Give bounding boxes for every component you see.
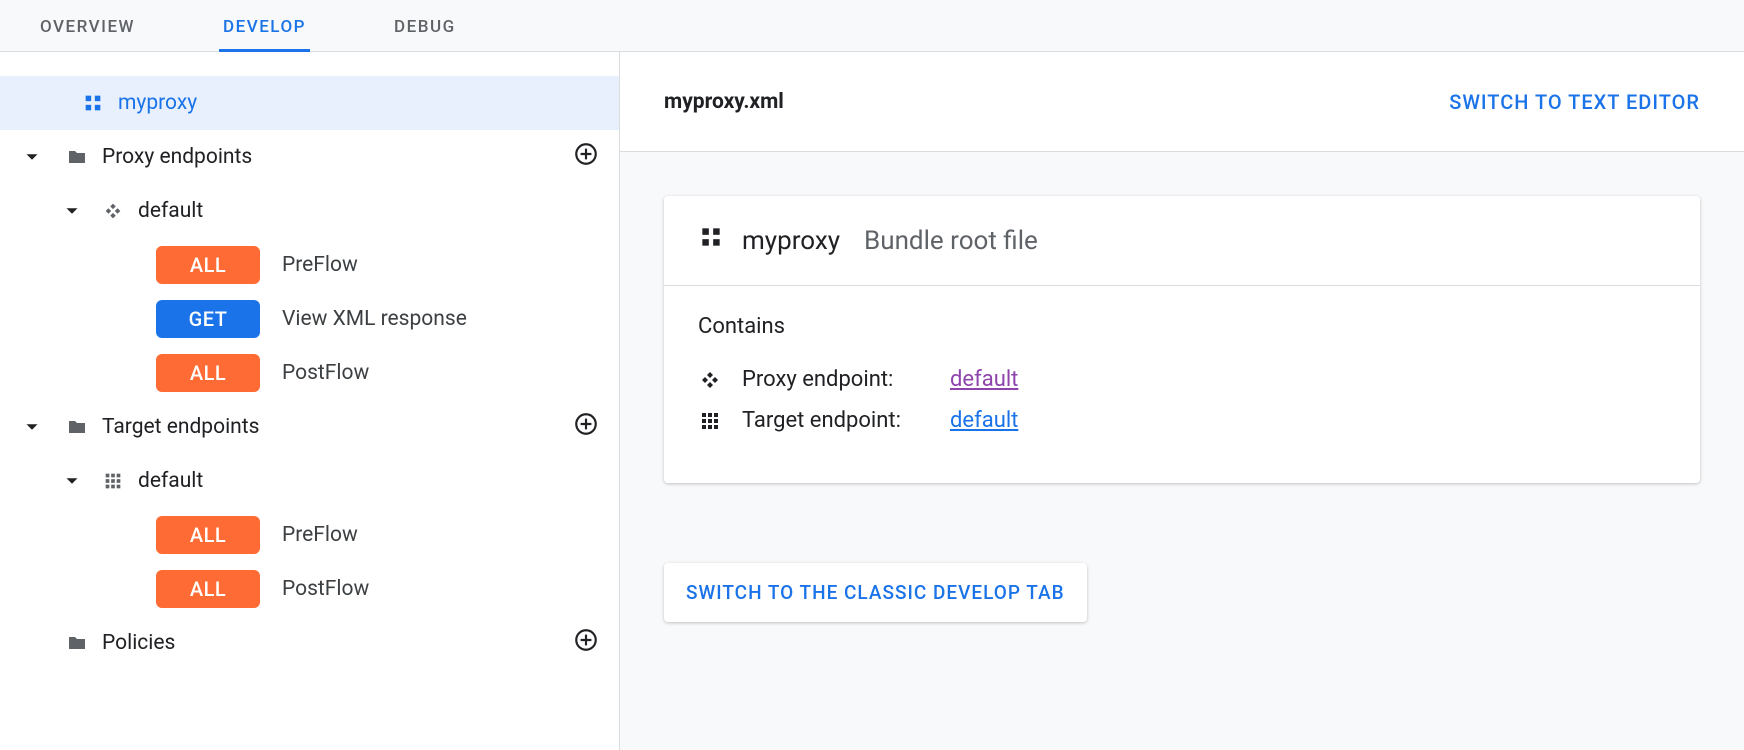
proxy-name-label: myproxy [118,91,599,115]
flow-view-xml-response[interactable]: GET View XML response [0,292,619,346]
method-badge: ALL [156,246,260,284]
sidebar-item-proxy-root[interactable]: myproxy [0,76,619,130]
sidebar-group-target-endpoints[interactable]: Target endpoints [0,400,619,454]
target-endpoint-name: default [138,469,599,493]
bundle-icon [698,224,724,257]
sidebar-group-policies[interactable]: Policies [0,616,619,670]
card-title: myproxy [742,226,840,256]
flow-label: View XML response [282,307,467,331]
folder-icon [62,145,92,169]
sidebar: myproxy Proxy endpoints default [0,52,620,750]
folder-icon [62,415,92,439]
tab-overview[interactable]: OVERVIEW [36,5,139,51]
sidebar-group-proxy-endpoints[interactable]: Proxy endpoints [0,130,619,184]
contains-key: Proxy endpoint: [742,367,932,392]
bundle-card: myproxy Bundle root file Contains Proxy … [664,196,1700,483]
flow-preflow[interactable]: ALL PreFlow [0,238,619,292]
add-policy-button[interactable] [573,627,599,659]
target-endpoint-link[interactable]: default [950,408,1018,433]
proxy-endpoint-icon [698,368,724,392]
chevron-down-icon [20,416,44,438]
sidebar-item-proxy-endpoint-default[interactable]: default [0,184,619,238]
flow-preflow[interactable]: ALL PreFlow [0,508,619,562]
proxy-endpoint-name: default [138,199,599,223]
proxy-endpoint-icon [98,200,128,222]
target-endpoint-icon [98,470,128,492]
content-pane: myproxy.xml SWITCH TO TEXT EDITOR myprox… [620,52,1744,750]
chevron-down-icon [60,200,84,222]
policies-label: Policies [102,631,573,655]
proxy-endpoints-label: Proxy endpoints [102,145,573,169]
flow-label: PreFlow [282,523,358,547]
flow-label: PostFlow [282,577,369,601]
bundle-icon [78,92,108,114]
chevron-down-icon [20,146,44,168]
add-proxy-endpoint-button[interactable] [573,141,599,173]
contains-key: Target endpoint: [742,408,932,433]
filename-label: myproxy.xml [664,90,784,114]
method-badge: ALL [156,516,260,554]
contains-row-target-endpoint: Target endpoint: default [698,408,1666,433]
chevron-down-icon [60,470,84,492]
card-subtitle: Bundle root file [864,226,1038,256]
sidebar-item-target-endpoint-default[interactable]: default [0,454,619,508]
method-badge: GET [156,300,260,338]
proxy-endpoint-link[interactable]: default [950,367,1018,392]
tab-debug[interactable]: DEBUG [390,5,460,51]
target-endpoints-label: Target endpoints [102,415,573,439]
method-badge: ALL [156,354,260,392]
target-endpoint-icon [698,409,724,433]
flow-postflow[interactable]: ALL PostFlow [0,562,619,616]
content-header: myproxy.xml SWITCH TO TEXT EDITOR [620,52,1744,152]
folder-icon [62,631,92,655]
top-tabs: OVERVIEW DEVELOP DEBUG [0,0,1744,52]
flow-label: PreFlow [282,253,358,277]
method-badge: ALL [156,570,260,608]
switch-classic-develop-button[interactable]: SWITCH TO THE CLASSIC DEVELOP TAB [664,563,1087,622]
flow-label: PostFlow [282,361,369,385]
switch-to-text-editor-button[interactable]: SWITCH TO TEXT EDITOR [1449,90,1700,114]
contains-label: Contains [698,314,1666,339]
flow-postflow[interactable]: ALL PostFlow [0,346,619,400]
add-target-endpoint-button[interactable] [573,411,599,443]
tab-develop[interactable]: DEVELOP [219,5,310,51]
contains-row-proxy-endpoint: Proxy endpoint: default [698,367,1666,392]
